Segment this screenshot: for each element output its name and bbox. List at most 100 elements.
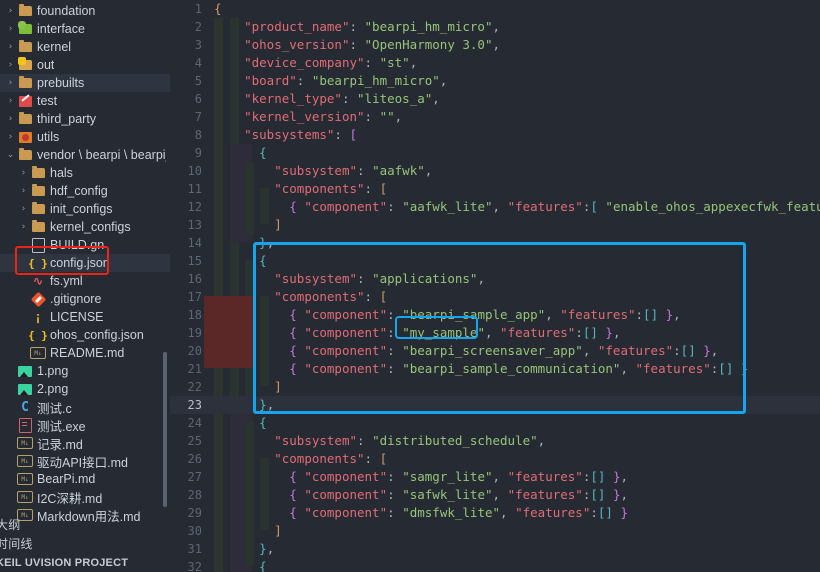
panel-header-outline-label: 大纲: [0, 518, 21, 532]
code-line[interactable]: 29 { "component": "dmsfwk_lite", "featur…: [170, 504, 820, 522]
chevron-right-icon[interactable]: ›: [4, 38, 17, 56]
code-text: { "component": "dmsfwk_lite", "features"…: [289, 505, 629, 520]
tree-item-vendor-bearpi-bearpi_...[interactable]: ⌄ vendor \ bearpi \ bearpi_...: [0, 146, 170, 164]
code-line[interactable]: 18 { "component": "bearpi_sample_app", "…: [170, 306, 820, 324]
tree-item--.exe[interactable]: 测试.exe: [0, 416, 170, 434]
code-line[interactable]: 11 "components": [: [170, 180, 820, 198]
tree-item--.md[interactable]: M↓ 记录.md: [0, 434, 170, 452]
code-line[interactable]: 2 "product_name": "bearpi_hm_micro",: [170, 18, 820, 36]
code-line[interactable]: 6 "kernel_type": "liteos_a",: [170, 90, 820, 108]
code-line[interactable]: 25 "subsystem": "distributed_schedule",: [170, 432, 820, 450]
chevron-right-icon[interactable]: ›: [4, 20, 17, 38]
tree-item-kernel[interactable]: › kernel: [0, 38, 170, 56]
chevron-right-icon[interactable]: ›: [4, 56, 17, 74]
line-number: 28: [187, 488, 202, 502]
markdown-icon: M↓: [17, 437, 33, 449]
code-editor[interactable]: 1{2 "product_name": "bearpi_hm_micro", 3 …: [170, 0, 820, 572]
code-line[interactable]: 23 },: [170, 396, 820, 414]
tree-item--.c[interactable]: C 测试.c: [0, 398, 170, 416]
panel-header-keil[interactable]: KEIL UVISION PROJECT: [0, 553, 170, 572]
tree-item--api-.md[interactable]: M↓ 驱动API接口.md: [0, 452, 170, 470]
chevron-right-icon[interactable]: ›: [17, 200, 30, 218]
chevron-down-icon[interactable]: ⌄: [4, 146, 17, 164]
folder-icon: [17, 75, 33, 88]
tree-item-config.json[interactable]: { } config.json: [0, 254, 170, 272]
code-line[interactable]: 13 ]: [170, 216, 820, 234]
code-line[interactable]: 20 { "component": "bearpi_screensaver_ap…: [170, 342, 820, 360]
tree-item-i2c-.md[interactable]: M↓ I2C深耕.md: [0, 488, 170, 506]
sidebar-scrollbar[interactable]: [163, 352, 167, 507]
chevron-right-icon[interactable]: ›: [4, 110, 17, 128]
explorer-sidebar[interactable]: › foundation › interface › kernel › out › prebuil…: [0, 0, 170, 572]
code-lines[interactable]: 1{2 "product_name": "bearpi_hm_micro", 3 …: [170, 0, 820, 572]
line-number: 20: [187, 344, 202, 358]
tree-item-third_party[interactable]: › third_party: [0, 110, 170, 128]
file-tree[interactable]: › foundation › interface › kernel › out › prebuil…: [0, 0, 170, 524]
tree-item-label: init_configs: [50, 202, 113, 216]
code-text: {: [259, 415, 267, 430]
tree-item-kernel_configs[interactable]: › kernel_configs: [0, 218, 170, 236]
line-number: 5: [194, 74, 202, 88]
code-line[interactable]: 16 "subsystem": "applications",: [170, 270, 820, 288]
code-line[interactable]: 31 },: [170, 540, 820, 558]
chevron-right-icon[interactable]: ›: [17, 182, 30, 200]
line-number: 26: [187, 452, 202, 466]
tree-item-ohos_config.json[interactable]: { } ohos_config.json: [0, 326, 170, 344]
code-line[interactable]: 19 { "component": "my_sample", "features…: [170, 324, 820, 342]
tree-item-hals[interactable]: › hals: [0, 164, 170, 182]
tree-item-foundation[interactable]: › foundation: [0, 2, 170, 20]
tree-item-prebuilts[interactable]: › prebuilts: [0, 74, 170, 92]
tree-item-readme.md[interactable]: M↓ README.md: [0, 344, 170, 362]
chevron-right-icon[interactable]: ›: [17, 164, 30, 182]
tree-item-label: test: [37, 94, 58, 108]
tree-item-license[interactable]: ¡ LICENSE: [0, 308, 170, 326]
chevron-right-icon[interactable]: ›: [4, 92, 17, 110]
tree-item-init_configs[interactable]: › init_configs: [0, 200, 170, 218]
tree-item-out[interactable]: › out: [0, 56, 170, 74]
panel-header-outline[interactable]: 大纲: [0, 515, 170, 534]
tree-item-label: vendor \ bearpi \ bearpi_...: [37, 148, 166, 162]
code-line[interactable]: 21 { "component": "bearpi_sample_communi…: [170, 360, 820, 378]
code-line[interactable]: 1{: [170, 0, 820, 18]
line-number: 12: [187, 200, 202, 214]
tree-item-utils[interactable]: › utils: [0, 128, 170, 146]
tree-item-1.png[interactable]: 1.png: [0, 362, 170, 380]
code-line[interactable]: 10 "subsystem": "aafwk",: [170, 162, 820, 180]
code-line[interactable]: 30 ]: [170, 522, 820, 540]
tree-item-interface[interactable]: › interface: [0, 20, 170, 38]
code-line[interactable]: 5 "board": "bearpi_hm_micro",: [170, 72, 820, 90]
code-line[interactable]: 3 "ohos_version": "OpenHarmony 3.0",: [170, 36, 820, 54]
code-line[interactable]: 14 },: [170, 234, 820, 252]
tree-item-.gitignore[interactable]: .gitignore: [0, 290, 170, 308]
code-line[interactable]: 27 { "component": "samgr_lite", "feature…: [170, 468, 820, 486]
chevron-right-icon[interactable]: ›: [4, 128, 17, 146]
code-text: "device_company": "st",: [244, 55, 418, 70]
code-line[interactable]: 12 { "component": "aafwk_lite", "feature…: [170, 198, 820, 216]
tree-item-bearpi.md[interactable]: M↓ BearPi.md: [0, 470, 170, 488]
tree-item-test[interactable]: › test: [0, 92, 170, 110]
chevron-right-icon[interactable]: ›: [4, 2, 17, 20]
code-text: },: [259, 235, 275, 250]
code-line[interactable]: 8 "subsystems": [: [170, 126, 820, 144]
code-line[interactable]: 4 "device_company": "st",: [170, 54, 820, 72]
line-number: 30: [187, 524, 202, 538]
code-line[interactable]: 15 {: [170, 252, 820, 270]
code-line[interactable]: 24 {: [170, 414, 820, 432]
tree-item-fs.yml[interactable]: ∿ fs.yml: [0, 272, 170, 290]
code-line[interactable]: 9 {: [170, 144, 820, 162]
code-text: { "component": "samgr_lite", "features":…: [289, 469, 629, 484]
chevron-right-icon[interactable]: ›: [17, 218, 30, 236]
tree-item-2.png[interactable]: 2.png: [0, 380, 170, 398]
code-line[interactable]: 28 { "component": "safwk_lite", "feature…: [170, 486, 820, 504]
line-number: 6: [194, 92, 202, 106]
code-line[interactable]: 17 "components": [: [170, 288, 820, 306]
code-line[interactable]: 7 "kernel_version": "",: [170, 108, 820, 126]
code-line[interactable]: 32 {: [170, 558, 820, 572]
panel-header-timeline[interactable]: 时间线: [0, 534, 170, 553]
tree-item-hdf_config[interactable]: › hdf_config: [0, 182, 170, 200]
folder-icon: [17, 39, 33, 52]
tree-item-build.gn[interactable]: BUILD.gn: [0, 236, 170, 254]
code-line[interactable]: 26 "components": [: [170, 450, 820, 468]
code-line[interactable]: 22 ]: [170, 378, 820, 396]
chevron-right-icon[interactable]: ›: [4, 74, 17, 92]
